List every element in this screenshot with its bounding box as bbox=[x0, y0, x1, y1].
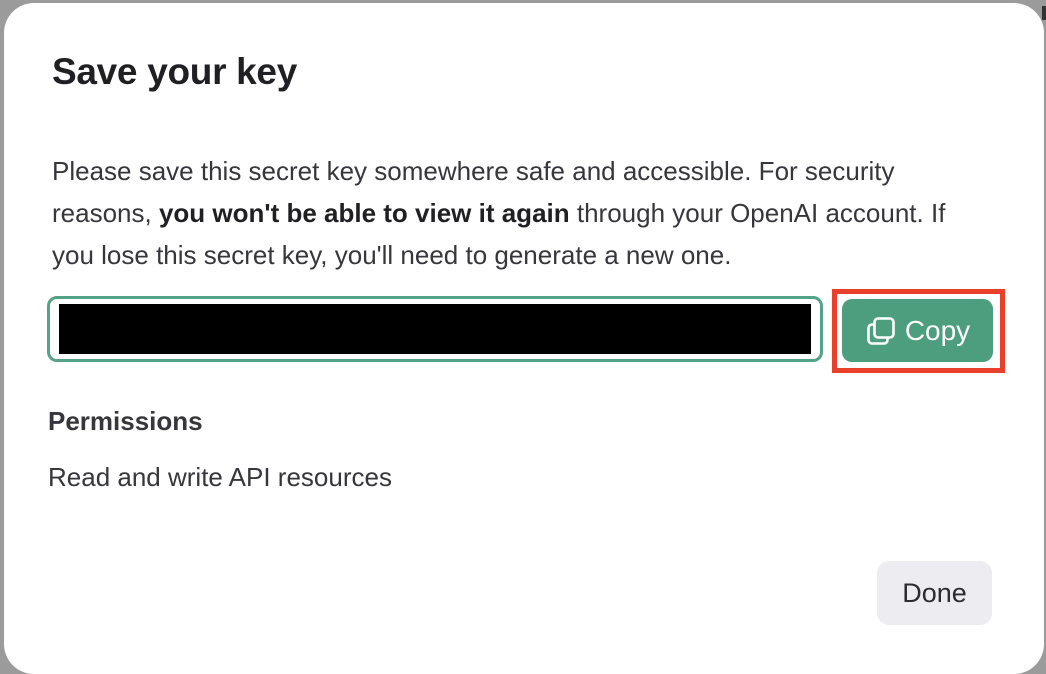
dialog-description: Please save this secret key somewhere sa… bbox=[52, 150, 992, 276]
copy-button[interactable]: Copy bbox=[842, 299, 993, 362]
permissions-value: Read and write API resources bbox=[48, 462, 392, 492]
background-edge-mark bbox=[1042, 6, 1046, 20]
permissions-heading: Permissions bbox=[48, 406, 203, 436]
done-button[interactable]: Done bbox=[877, 561, 992, 625]
copy-button-label: Copy bbox=[904, 314, 971, 346]
copy-icon bbox=[865, 315, 897, 347]
secret-key-field[interactable] bbox=[47, 296, 823, 362]
description-emphasis: you won't be able to view it again bbox=[158, 198, 570, 228]
dialog-title: Save your key bbox=[52, 51, 297, 92]
secret-key-redacted bbox=[59, 304, 811, 354]
